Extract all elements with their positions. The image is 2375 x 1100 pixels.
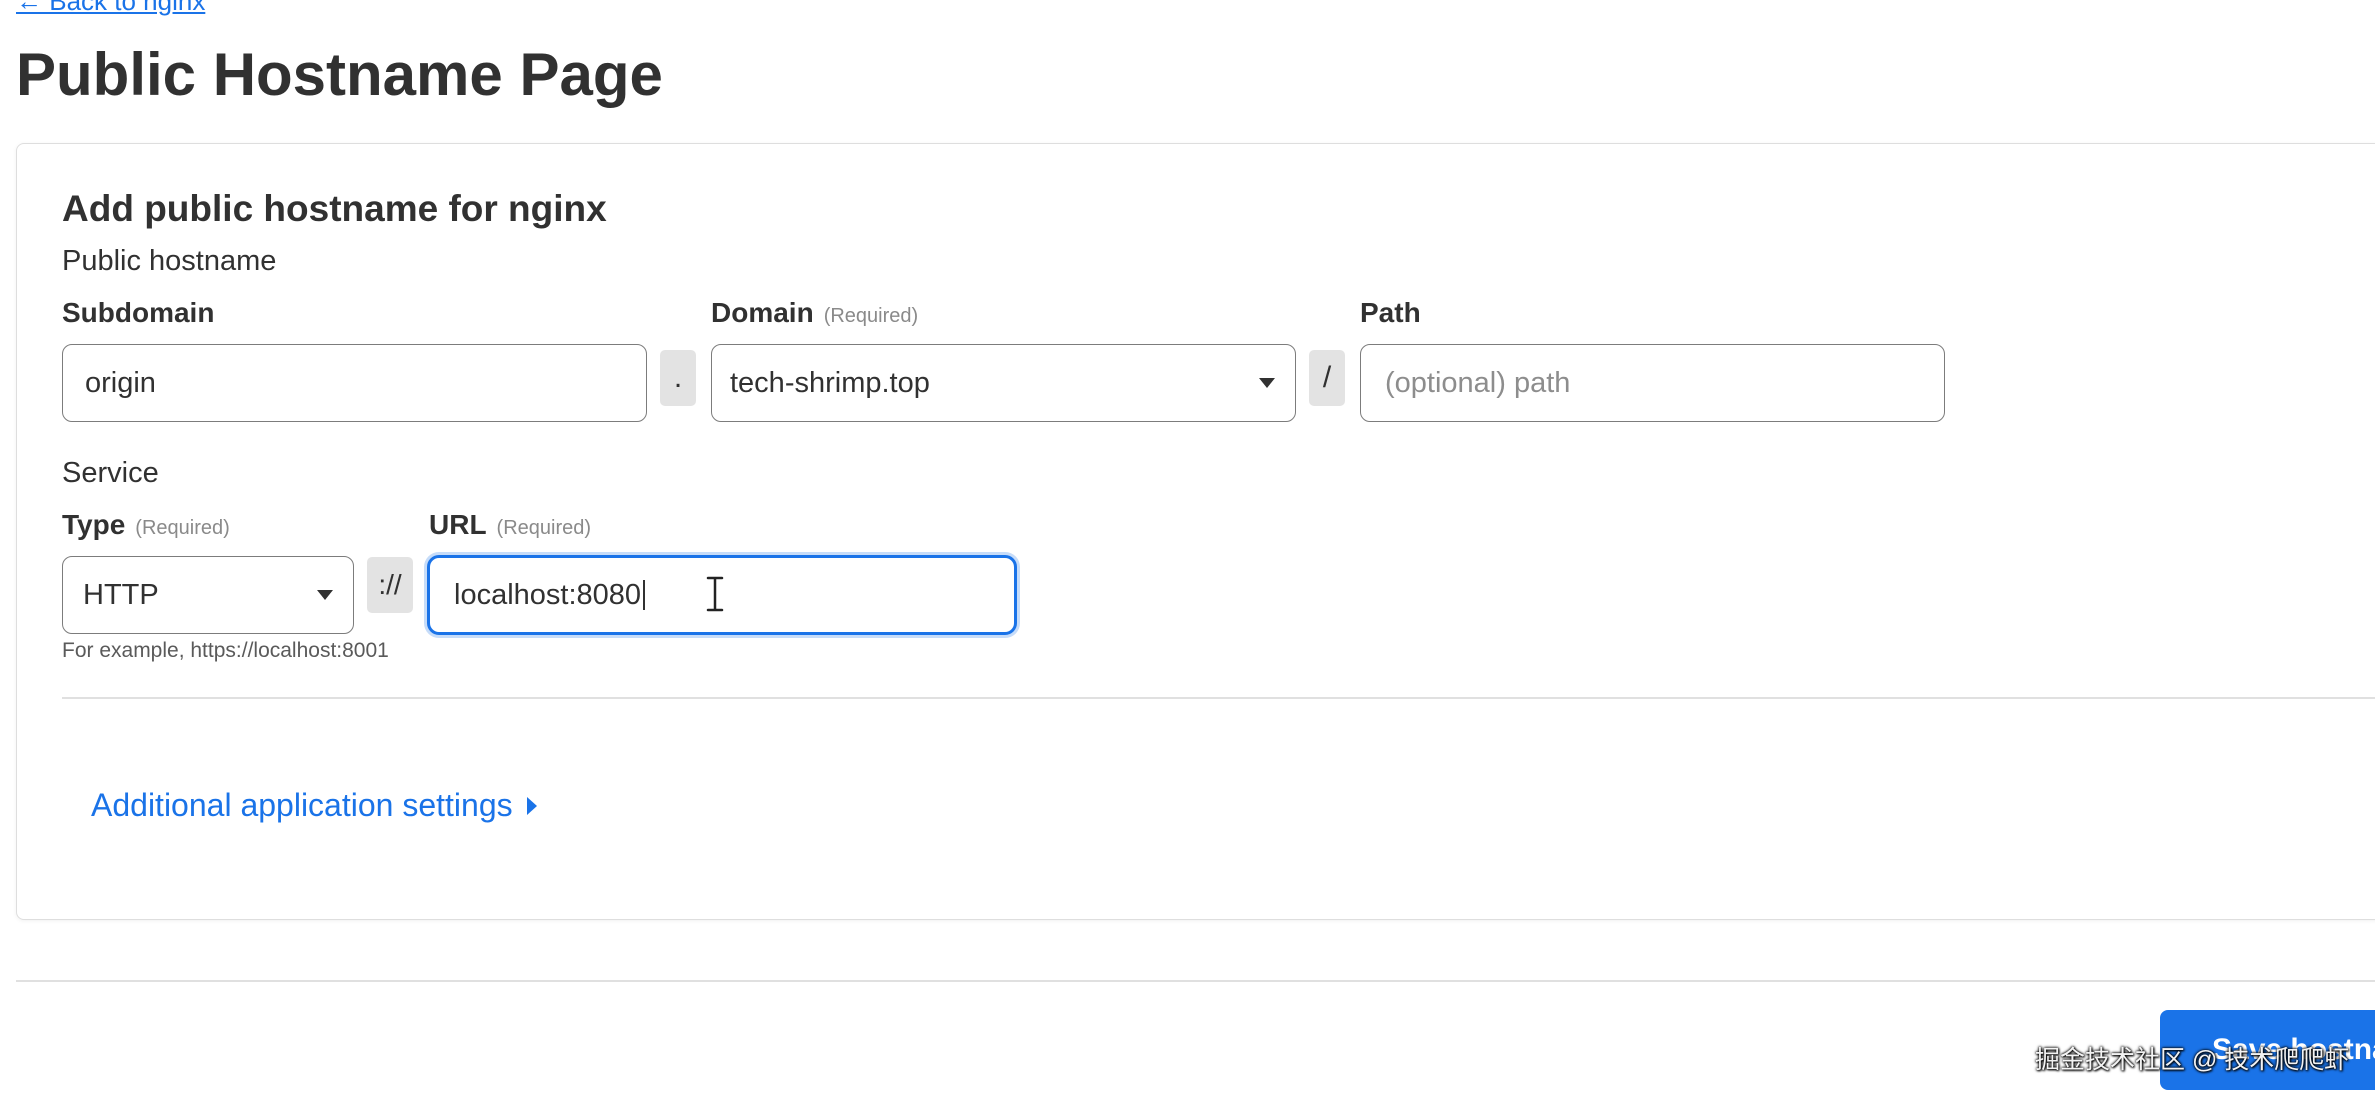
additional-settings-label: Additional application settings xyxy=(91,787,513,823)
slash-separator-text: / xyxy=(1322,361,1332,394)
chevron-down-icon xyxy=(1259,378,1275,388)
type-select-value: HTTP xyxy=(83,578,159,611)
dot-separator-text: . xyxy=(673,361,683,394)
page-title: Public Hostname Page xyxy=(16,41,663,108)
footer-divider xyxy=(16,980,2375,982)
type-label: Type (Required) xyxy=(62,509,230,541)
text-cursor-icon xyxy=(706,576,724,612)
domain-select[interactable]: tech-shrimp.top xyxy=(711,344,1296,422)
type-required-hint: (Required) xyxy=(135,517,230,539)
form-title: Add public hostname for nginx xyxy=(62,188,607,229)
add-hostname-card: Add public hostname for nginx Public hos… xyxy=(16,143,2375,920)
path-label-text: Path xyxy=(1360,297,1421,328)
url-input-value: localhost:8080 xyxy=(454,578,642,611)
back-to-nginx-link[interactable]: ← Back to nginx xyxy=(16,0,205,17)
domain-select-value: tech-shrimp.top xyxy=(730,366,930,399)
watermark: 掘金技术社区 @ 技术爬爬虾 xyxy=(2035,1046,2350,1074)
subdomain-label: Subdomain xyxy=(62,297,214,329)
caret-right-icon xyxy=(526,796,537,815)
type-label-text: Type xyxy=(62,509,126,540)
subdomain-input[interactable]: origin xyxy=(62,344,647,422)
path-input[interactable]: (optional) path xyxy=(1360,344,1945,422)
type-select[interactable]: HTTP xyxy=(62,556,354,634)
slash-separator: / xyxy=(1309,350,1345,406)
scheme-separator: :// xyxy=(367,557,413,613)
additional-settings-toggle[interactable]: Additional application settings xyxy=(91,787,537,824)
chevron-down-icon xyxy=(317,590,333,600)
url-required-hint: (Required) xyxy=(496,517,592,539)
url-input[interactable]: localhost:8080 xyxy=(427,555,1017,635)
form-divider xyxy=(62,697,2375,699)
url-help-text: For example, https://localhost:8001 xyxy=(62,639,389,662)
public-hostname-section-label: Public hostname xyxy=(62,245,277,277)
subdomain-label-text: Subdomain xyxy=(62,297,215,328)
subdomain-input-value: origin xyxy=(85,366,156,399)
service-section-label: Service xyxy=(62,457,159,489)
domain-label: Domain (Required) xyxy=(711,297,918,329)
scheme-separator-text: :// xyxy=(378,569,402,600)
domain-label-text: Domain xyxy=(711,297,814,328)
url-label: URL (Required) xyxy=(429,509,591,541)
dot-separator: . xyxy=(660,350,696,406)
domain-required-hint: (Required) xyxy=(823,305,919,327)
text-caret xyxy=(643,580,646,610)
path-label: Path xyxy=(1360,297,1421,329)
path-input-placeholder: (optional) path xyxy=(1385,366,1571,399)
url-label-text: URL xyxy=(429,509,487,540)
